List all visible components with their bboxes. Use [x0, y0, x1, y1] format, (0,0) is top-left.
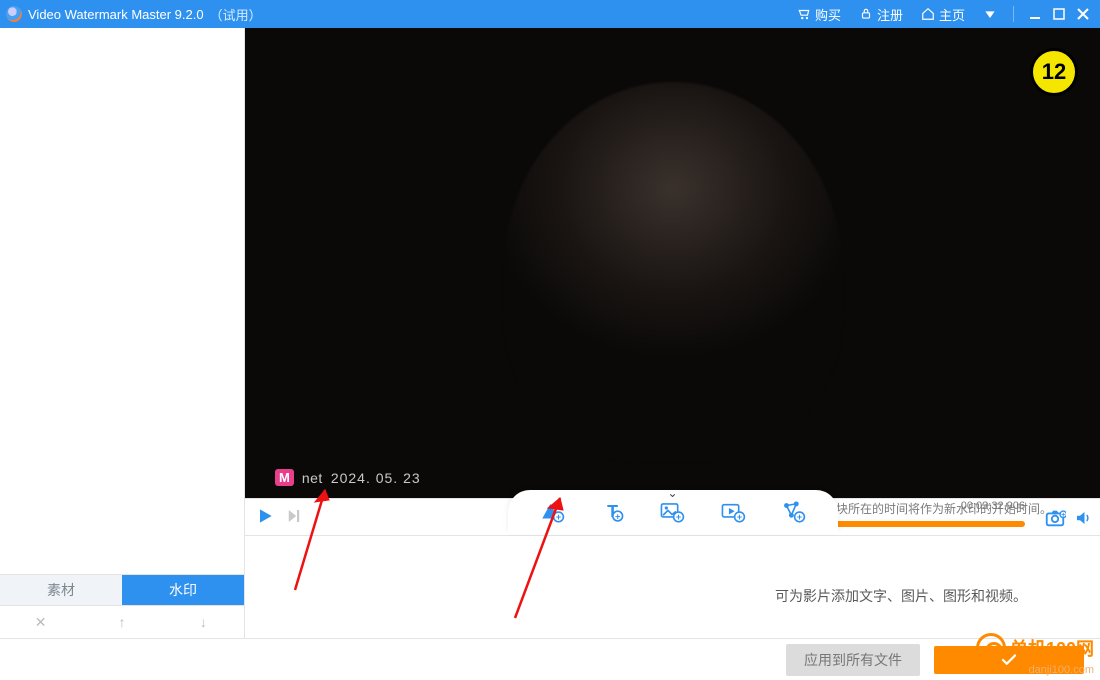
hint-text: 可为影片添加文字、图片、图形和视频。	[775, 586, 1027, 606]
close-button[interactable]	[1076, 7, 1090, 21]
snapshot-button[interactable]: +	[1044, 507, 1066, 532]
svg-text:+: +	[1061, 510, 1065, 519]
register-label: 注册	[877, 5, 903, 24]
play-button[interactable]	[255, 506, 275, 529]
age-rating-badge: 12	[1030, 48, 1078, 96]
home-label: 主页	[939, 5, 965, 24]
add-effect-button[interactable]: +	[777, 496, 809, 528]
duration-label: 00:03:32.906	[961, 500, 1025, 512]
buy-button[interactable]: 购买	[791, 0, 847, 28]
add-image-button[interactable]: +	[656, 496, 688, 528]
svg-text:+: +	[556, 512, 561, 522]
register-button[interactable]: 注册	[853, 0, 909, 28]
trial-label: （试用）	[210, 5, 262, 24]
tab-materials[interactable]: 素材	[0, 575, 122, 605]
add-video-button[interactable]: +	[717, 496, 749, 528]
svg-text:+: +	[797, 512, 802, 522]
move-down-button[interactable]: ↓	[167, 614, 240, 630]
brand-logo: M	[275, 469, 294, 486]
svg-text:+: +	[676, 512, 681, 522]
sidebar-actions: ✕ ↑ ↓	[0, 606, 244, 638]
maximize-button[interactable]	[1052, 7, 1066, 21]
add-watermark-toolbar: ⌄ + T+ + + +	[508, 490, 838, 534]
sidebar-empty-area	[0, 28, 244, 574]
sidebar-tabs: 素材 水印	[0, 574, 244, 606]
main-area: 12 M net 2024. 05. 23 ⌄ + T+ + + +	[245, 28, 1100, 638]
delete-item-button[interactable]: ✕	[4, 614, 77, 631]
buy-label: 购买	[815, 5, 841, 24]
minimize-button[interactable]	[1028, 7, 1042, 21]
apply-all-button[interactable]: 应用到所有文件	[786, 644, 920, 676]
hint-area: 可为影片添加文字、图片、图形和视频。	[245, 536, 1100, 638]
add-text-button[interactable]: T+	[596, 496, 628, 528]
video-preview[interactable]: 12 M net 2024. 05. 23	[245, 28, 1100, 498]
brand-text: net	[302, 470, 323, 486]
add-shape-button[interactable]: +	[536, 496, 568, 528]
menu-dropdown[interactable]	[977, 0, 1003, 28]
step-forward-button[interactable]	[285, 507, 303, 528]
existing-watermark-overlay: M net 2024. 05. 23	[275, 469, 421, 486]
title-menu: 购买 注册 主页	[791, 0, 1094, 28]
home-button[interactable]: 主页	[915, 0, 971, 28]
svg-text:+: +	[615, 511, 620, 521]
app-logo-icon	[6, 6, 22, 22]
tab-watermark[interactable]: 水印	[122, 575, 244, 605]
title-bar: Video Watermark Master 9.2.0 （试用） 购买 注册 …	[0, 0, 1100, 28]
volume-button[interactable]	[1074, 509, 1092, 530]
move-up-button[interactable]: ↑	[85, 614, 158, 630]
overlay-date: 2024. 05. 23	[331, 470, 421, 486]
sidebar: 素材 水印 ✕ ↑ ↓	[0, 28, 245, 638]
collapse-toolbar-icon[interactable]: ⌄	[667, 486, 677, 500]
confirm-button[interactable]	[934, 646, 1084, 674]
svg-text:+: +	[737, 512, 742, 522]
app-title: Video Watermark Master 9.2.0	[28, 7, 204, 22]
bottom-bar: 应用到所有文件	[0, 638, 1100, 680]
